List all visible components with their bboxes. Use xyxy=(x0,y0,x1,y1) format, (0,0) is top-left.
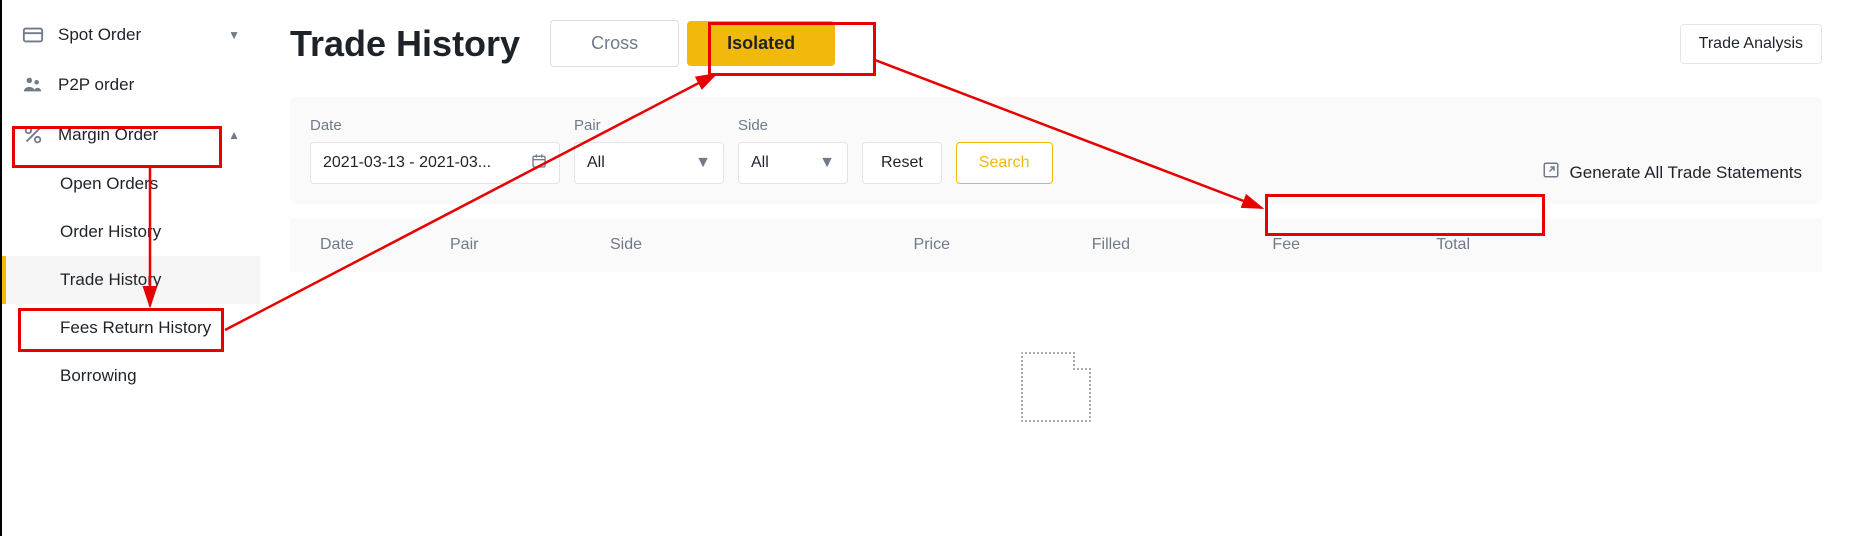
sidebar: Spot Order ▼ P2P order Margin Order ▲ Op… xyxy=(2,0,260,536)
page-title: Trade History xyxy=(290,23,520,65)
empty-file-icon xyxy=(1021,352,1091,422)
date-value: 2021-03-13 - 2021-03... xyxy=(323,154,491,172)
percent-icon xyxy=(22,124,48,146)
chevron-down-icon: ▼ xyxy=(819,154,835,172)
chevron-down-icon: ▼ xyxy=(228,28,240,42)
th-fee: Fee xyxy=(1130,236,1300,254)
card-icon xyxy=(22,24,48,46)
filter-section: Date 2021-03-13 - 2021-03... Pair All ▼ xyxy=(290,97,1822,204)
tab-isolated[interactable]: Isolated xyxy=(687,21,835,66)
sidebar-item-spot-order[interactable]: Spot Order ▼ xyxy=(2,10,260,60)
search-button[interactable]: Search xyxy=(956,142,1053,184)
side-label: Side xyxy=(738,117,848,134)
sidebar-item-p2p-order[interactable]: P2P order xyxy=(2,60,260,110)
table-header: Date Pair Side Price Filled Fee Total xyxy=(290,218,1822,272)
sidebar-item-margin-order[interactable]: Margin Order ▲ xyxy=(2,110,260,160)
chevron-up-icon: ▲ xyxy=(228,128,240,142)
sidebar-subitem-borrowing[interactable]: Borrowing xyxy=(2,352,260,400)
empty-state xyxy=(260,272,1852,422)
th-filled: Filled xyxy=(950,236,1130,254)
sidebar-subitem-fees-return[interactable]: Fees Return History xyxy=(2,304,260,352)
generate-statements-link[interactable]: Generate All Trade Statements xyxy=(1570,163,1802,183)
date-range-input[interactable]: 2021-03-13 - 2021-03... xyxy=(310,142,560,184)
th-price: Price xyxy=(770,236,950,254)
th-total: Total xyxy=(1300,236,1470,254)
date-label: Date xyxy=(310,117,560,134)
sidebar-label: Margin Order xyxy=(58,125,158,145)
sidebar-subitem-open-orders[interactable]: Open Orders xyxy=(2,160,260,208)
sidebar-label: P2P order xyxy=(58,75,134,95)
export-icon[interactable] xyxy=(1542,161,1560,184)
sidebar-subitem-order-history[interactable]: Order History xyxy=(2,208,260,256)
page-header: Trade History Cross Isolated Trade Analy… xyxy=(260,0,1852,97)
side-select[interactable]: All ▼ xyxy=(738,142,848,184)
main-content: Trade History Cross Isolated Trade Analy… xyxy=(260,0,1852,536)
pair-value: All xyxy=(587,154,605,172)
reset-button[interactable]: Reset xyxy=(862,142,942,184)
trade-analysis-button[interactable]: Trade Analysis xyxy=(1680,24,1822,64)
th-date: Date xyxy=(290,236,450,254)
chevron-down-icon: ▼ xyxy=(695,154,711,172)
side-value: All xyxy=(751,154,769,172)
th-pair: Pair xyxy=(450,236,610,254)
calendar-icon xyxy=(531,153,547,174)
sidebar-subitem-trade-history[interactable]: Trade History xyxy=(2,256,260,304)
pair-select[interactable]: All ▼ xyxy=(574,142,724,184)
pair-label: Pair xyxy=(574,117,724,134)
people-icon xyxy=(22,74,48,96)
sidebar-label: Spot Order xyxy=(58,25,141,45)
tab-cross[interactable]: Cross xyxy=(550,20,679,67)
th-side: Side xyxy=(610,236,770,254)
